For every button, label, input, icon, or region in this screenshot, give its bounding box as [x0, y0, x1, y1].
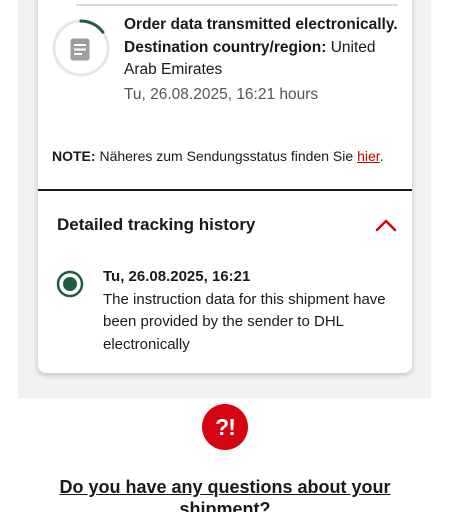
tracking-event: Tu, 26.08.2025, 16:21 The instruction da… — [103, 266, 393, 356]
tracking-history-toggle[interactable]: Detailed tracking history — [57, 212, 397, 238]
status-info-link[interactable]: hier — [357, 148, 380, 164]
event-description: The instruction data for this shipment h… — [103, 290, 386, 353]
status-title: Order data transmitted electronically. — [124, 16, 398, 33]
shipment-questions-link[interactable]: Do you have any questions about your shi… — [40, 476, 410, 512]
document-icon — [70, 38, 90, 61]
status-details: Order data transmitted electronically. D… — [124, 14, 399, 106]
status-note: NOTE: Näheres zum Sendungsstatus finden … — [52, 146, 412, 166]
note-text: Näheres zum Sendungsstatus finden Sie — [99, 148, 354, 164]
chevron-up-icon[interactable] — [375, 218, 397, 232]
section-divider — [38, 189, 412, 191]
note-label: NOTE: — [52, 148, 96, 164]
tracking-history-title: Detailed tracking history — [57, 215, 256, 234]
question-exclamation-icon: ?! — [202, 404, 248, 450]
note-suffix: . — [379, 148, 384, 164]
status-date: Tu, 26.08.2025, 16:21 hours — [124, 85, 319, 103]
event-date: Tu, 26.08.2025, 16:21 — [103, 268, 251, 285]
radio-selected-icon — [56, 270, 84, 298]
destination-line: Destination country/region: United Arab … — [124, 37, 399, 82]
destination-label: Destination country/region: — [124, 38, 327, 56]
top-divider — [76, 4, 398, 6]
